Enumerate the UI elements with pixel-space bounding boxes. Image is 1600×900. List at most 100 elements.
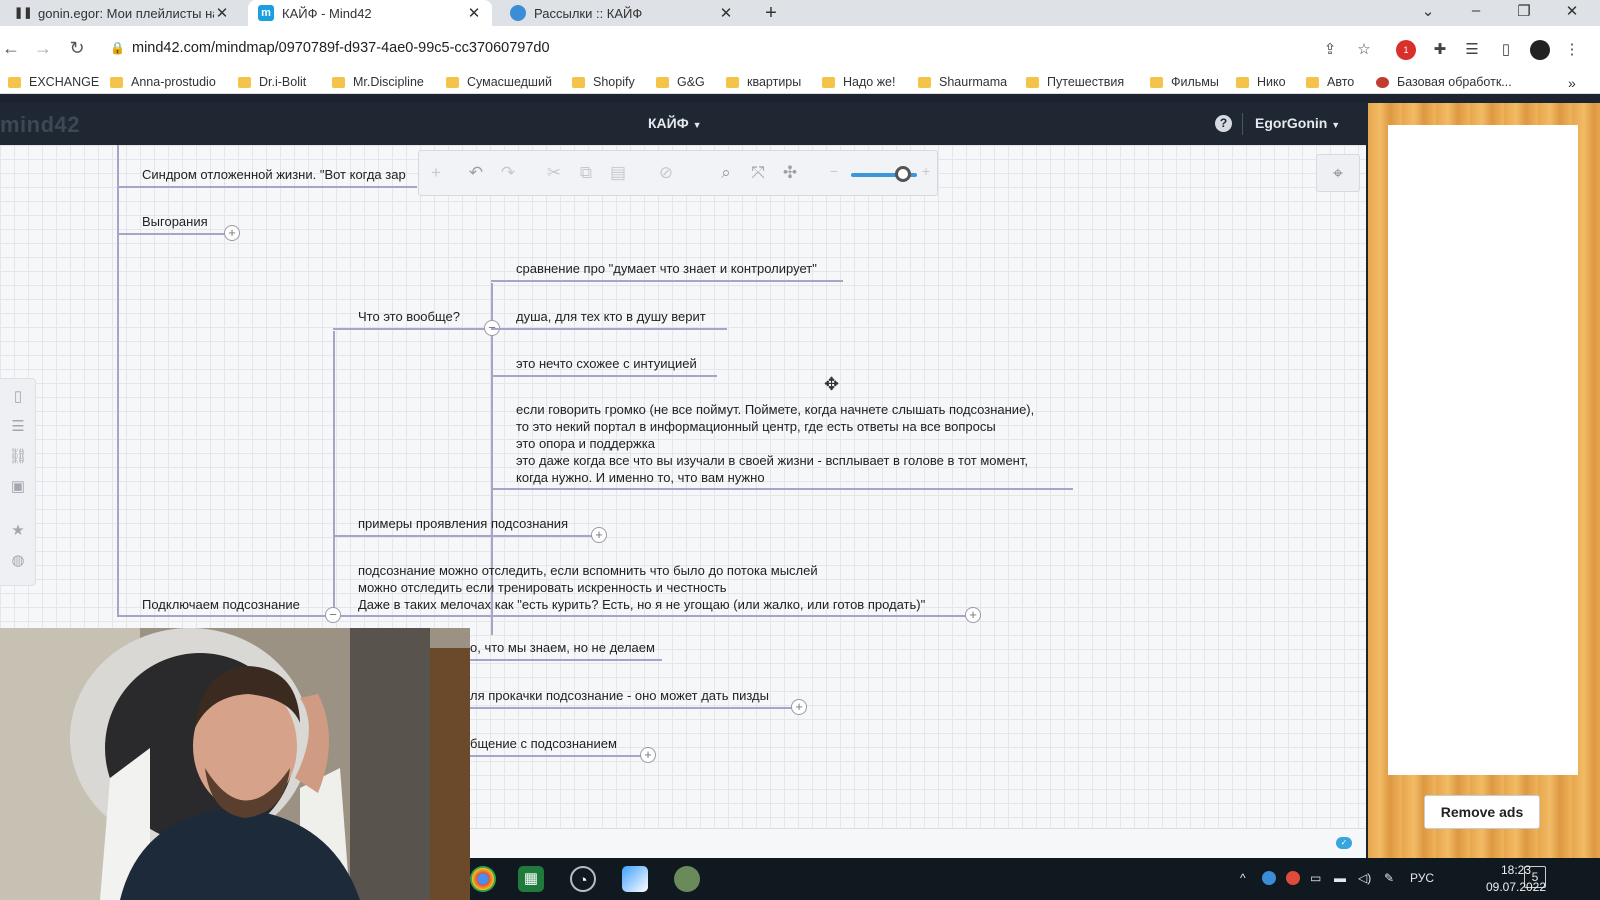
bookmark-label: Авто [1327, 75, 1355, 89]
image-icon[interactable]: ▣ [8, 477, 28, 495]
bookmark-item[interactable]: Shaurmama [918, 75, 1007, 89]
undo-icon[interactable]: ↶ [465, 163, 487, 183]
reload-icon[interactable]: ↻ [66, 38, 88, 59]
volume-icon[interactable]: ◁) [1358, 871, 1371, 885]
chrome-taskbar-icon[interactable] [470, 866, 496, 892]
bookmark-item[interactable]: Shopify [572, 75, 635, 89]
new-tab-button[interactable]: + [760, 2, 782, 25]
expand-node-icon[interactable]: + [591, 527, 607, 543]
bookmark-item[interactable]: EXCHANGE [8, 75, 99, 89]
expand-node-icon[interactable]: + [224, 225, 240, 241]
add-node-icon[interactable]: + [425, 163, 447, 183]
zoom-out-icon[interactable]: − [823, 163, 845, 179]
app-taskbar-icon[interactable] [622, 866, 648, 892]
search-icon[interactable]: ⌕ [715, 163, 737, 183]
restore-icon[interactable]: ❐ [1514, 2, 1534, 20]
close-icon[interactable]: ✕ [466, 4, 482, 22]
bookmark-item[interactable]: квартиры [726, 75, 801, 89]
expand-node-icon[interactable]: + [640, 747, 656, 763]
bookmark-item[interactable]: Авто [1306, 75, 1354, 89]
redo-icon[interactable]: ↷ [497, 163, 519, 183]
close-icon[interactable]: ✕ [214, 4, 230, 22]
node-syndrome[interactable]: Синдром отложенной жизни. "Вот когда зар [142, 166, 406, 183]
back-icon[interactable]: ← [0, 38, 22, 59]
copy-icon[interactable]: ⧉ [575, 163, 597, 183]
node-what-is[interactable]: Что это вообще? [358, 308, 460, 325]
delete-icon[interactable]: ⊘ [655, 163, 677, 183]
bookmark-item[interactable]: Mr.Discipline [332, 75, 424, 89]
url-field[interactable]: 🔒 mind42.com/mindmap/0970789f-d937-4ae0-… [110, 32, 1390, 64]
app-logo[interactable]: mind42 [0, 112, 80, 138]
remove-ads-button[interactable]: Remove ads [1424, 795, 1540, 829]
node-pumping[interactable]: ля прокачки подсознание - оно может дать… [470, 687, 769, 704]
bookmark-item[interactable]: Фильмы [1150, 75, 1219, 89]
tray-app-icon[interactable] [1262, 871, 1276, 885]
expand-node-icon[interactable]: + [965, 607, 981, 623]
window-close-icon[interactable]: ✕ [1562, 2, 1582, 20]
paste-icon[interactable]: ▤ [607, 163, 629, 183]
cut-icon[interactable]: ✂ [543, 163, 565, 183]
profile-avatar[interactable] [1530, 40, 1550, 60]
palette-icon[interactable]: ◍ [8, 551, 28, 569]
bookmark-item[interactable]: Нико [1236, 75, 1286, 89]
node-examples[interactable]: примеры проявления подсознания [358, 515, 568, 532]
node-soul[interactable]: душа, для тех кто в душу верит [516, 308, 706, 325]
node-burnout[interactable]: Выгорания [142, 213, 208, 230]
browser-menu-icon[interactable]: ⋮ [1562, 40, 1582, 60]
list-icon[interactable]: ☰ [8, 417, 28, 435]
language-indicator[interactable]: РУС [1410, 871, 1434, 885]
node-loud[interactable]: если говорить громко (не все поймут. Пой… [516, 401, 1034, 486]
node-communication[interactable]: бщение с подсознанием [470, 735, 617, 752]
bookmark-item[interactable]: Базовая обработк... [1376, 75, 1512, 89]
forward-icon[interactable]: → [32, 38, 54, 59]
expand-all-icon[interactable]: ✣ [779, 163, 801, 183]
link-icon[interactable]: ⛓ [8, 447, 28, 465]
tab-search-icon[interactable]: ⌄ [1418, 2, 1438, 20]
map-title-menu[interactable]: КАЙФ ▼ [648, 115, 701, 131]
fit-to-screen-icon[interactable]: ⤧ [747, 163, 769, 183]
tab-playlists[interactable]: ❚❚ gonin.egor: Мои плейлисты на ✕ [4, 0, 240, 26]
network-icon[interactable]: ▭ [1310, 871, 1321, 885]
app2-taskbar-icon[interactable] [674, 866, 700, 892]
collapse-node-icon[interactable]: − [325, 607, 341, 623]
bookmark-item[interactable]: Сумасшедший [446, 75, 552, 89]
reading-list-icon[interactable]: ☰ [1462, 40, 1482, 60]
center-map-icon[interactable]: ⌖ [1316, 154, 1360, 192]
bookmark-star-icon[interactable]: ☆ [1354, 40, 1374, 60]
tray-chrome-icon[interactable] [1286, 871, 1300, 885]
zoom-slider-handle[interactable] [895, 166, 911, 182]
side-panel-icon[interactable]: ▯ [1496, 40, 1516, 60]
settings-taskbar-icon[interactable]: ◔ [570, 866, 596, 892]
help-icon[interactable]: ? [1215, 115, 1232, 132]
bookmark-item[interactable]: Надо же! [822, 75, 895, 89]
more-bookmarks-icon[interactable]: » [1568, 75, 1576, 91]
bookmark-item[interactable]: G&G [656, 75, 705, 89]
zoom-in-icon[interactable]: + [915, 163, 937, 179]
node-intuition[interactable]: это нечто схожее с интуицией [516, 355, 697, 372]
folder-icon [726, 76, 739, 88]
extensions-icon[interactable]: ✚ [1430, 40, 1450, 60]
tab-newsletters[interactable]: Рассылки :: КАЙФ ✕ [500, 0, 744, 26]
expand-node-icon[interactable]: + [791, 699, 807, 715]
share-icon[interactable]: ⇪ [1320, 40, 1340, 60]
note-icon[interactable]: ▯ [8, 387, 28, 405]
minimize-icon[interactable]: – [1466, 2, 1486, 19]
battery-icon[interactable]: ▬ [1334, 871, 1346, 885]
tray-expand-icon[interactable]: ^ [1240, 871, 1246, 885]
adblock-icon[interactable]: 1 [1396, 40, 1416, 60]
bookmark-item[interactable]: Dr.i-Bolit [238, 75, 306, 89]
node-connect[interactable]: Подключаем подсознание [142, 596, 300, 613]
pen-icon[interactable]: ✎ [1384, 871, 1394, 885]
tab-mind42[interactable]: m КАЙФ - Mind42 ✕ [248, 0, 492, 26]
taskbar-clock[interactable]: 18:23 09.07.2022 [1480, 862, 1552, 896]
bookmark-item[interactable]: Путешествия [1026, 75, 1124, 89]
node-know-not-do[interactable]: о, что мы знаем, но не делаем [470, 639, 655, 656]
user-menu[interactable]: EgorGonin ▼ [1255, 115, 1340, 131]
star-icon[interactable]: ★ [8, 521, 28, 539]
close-icon[interactable]: ✕ [718, 4, 734, 22]
excel-taskbar-icon[interactable]: ▦ [518, 866, 544, 892]
node-compare[interactable]: сравнение про "думает что знает и контро… [516, 260, 817, 277]
bookmark-item[interactable]: Anna-prostudio [110, 75, 216, 89]
node-track[interactable]: подсознание можно отследить, если вспомн… [358, 562, 925, 613]
node-underline [117, 186, 417, 188]
